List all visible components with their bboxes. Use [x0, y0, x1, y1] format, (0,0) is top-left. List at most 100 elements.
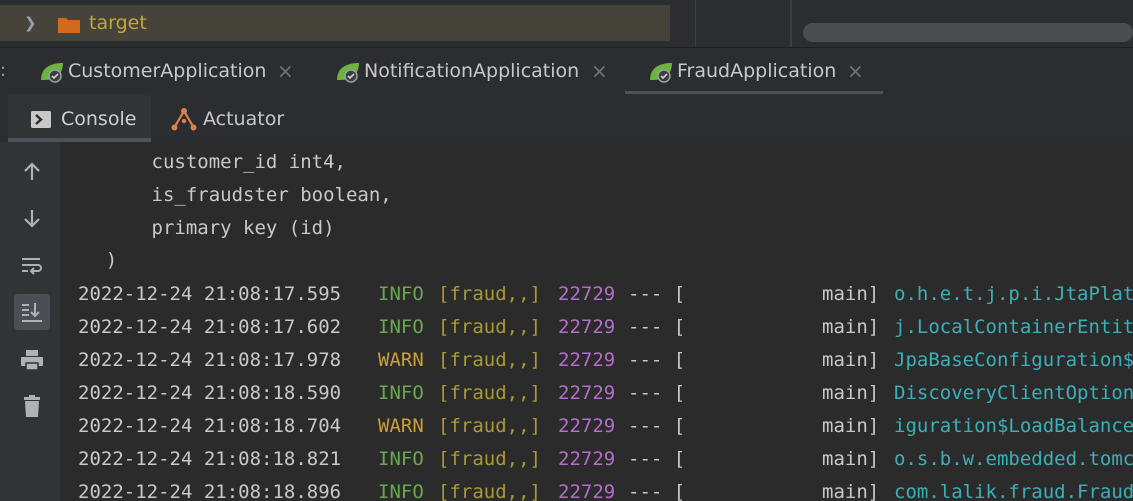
- console-line: ): [60, 249, 118, 271]
- log-pid: 22729: [558, 448, 616, 470]
- log-logger-link[interactable]: o.h.e.t.j.p.i.JtaPlatformInitiator: [894, 279, 1133, 309]
- log-separator: --- [: [628, 448, 686, 470]
- log-thread: main]: [822, 349, 880, 371]
- chevron-right-icon[interactable]: ❯: [24, 14, 42, 32]
- tab-label: CustomerApplication: [68, 60, 267, 82]
- log-line: 2022-12-24 21:08:17.602 INFO [fraud,,] 2…: [60, 312, 1133, 342]
- log-pid: 22729: [558, 481, 616, 501]
- spring-boot-icon: [337, 63, 359, 83]
- tab-label: FraudApplication: [677, 60, 837, 82]
- run-sub-tabs: Console Actuator: [0, 94, 1133, 142]
- log-timestamp: 2022-12-24 21:08:18.590: [78, 382, 342, 404]
- close-icon[interactable]: ×: [277, 59, 294, 83]
- spring-boot-icon: [41, 63, 63, 83]
- log-pid: 22729: [558, 283, 616, 305]
- log-thread: main]: [822, 316, 880, 338]
- log-pid: 22729: [558, 382, 616, 404]
- scroll-up-button[interactable]: [14, 154, 50, 190]
- close-icon[interactable]: ×: [591, 59, 608, 83]
- log-level: INFO: [378, 283, 424, 305]
- log-separator: --- [: [628, 349, 686, 371]
- log-app: [fraud,,]: [438, 382, 541, 404]
- log-line: 2022-12-24 21:08:17.978 WARN [fraud,,] 2…: [60, 345, 1133, 375]
- console-toolbar: [0, 142, 60, 501]
- ide-window: ❯ target : CustomerApplication × Notific…: [0, 0, 1133, 501]
- log-level: WARN: [378, 349, 424, 371]
- tree-row-target[interactable]: ❯ target: [0, 5, 670, 41]
- log-level: WARN: [378, 415, 424, 437]
- print-button[interactable]: [14, 342, 50, 378]
- panel-divider: [695, 0, 696, 47]
- log-timestamp: 2022-12-24 21:08:17.978: [78, 349, 342, 371]
- log-thread: main]: [822, 382, 880, 404]
- log-pid: 22729: [558, 316, 616, 338]
- log-logger-link[interactable]: j.LocalContainerEntityManagerFactoryBean: [894, 312, 1133, 342]
- log-line: 2022-12-24 21:08:18.896 INFO [fraud,,] 2…: [60, 477, 1133, 501]
- log-app: [fraud,,]: [438, 415, 541, 437]
- scroll-to-end-icon: [22, 303, 42, 322]
- log-timestamp: 2022-12-24 21:08:18.896: [78, 481, 342, 501]
- log-timestamp: 2022-12-24 21:08:18.704: [78, 415, 342, 437]
- log-app: [fraud,,]: [438, 283, 541, 305]
- horizontal-scrollbar[interactable]: [803, 23, 1133, 42]
- tab-notification-application[interactable]: NotificationApplication ×: [334, 48, 614, 95]
- log-timestamp: 2022-12-24 21:08:17.595: [78, 283, 342, 305]
- folder-icon: [58, 18, 80, 33]
- log-logger-link[interactable]: DiscoveryClientOptionalArgsConfiguration: [894, 378, 1133, 408]
- console-line: primary key (id): [60, 217, 335, 239]
- soft-wrap-button[interactable]: [14, 248, 50, 284]
- actuator-icon[interactable]: [171, 107, 197, 131]
- console-line: is_fraudster boolean,: [60, 184, 392, 206]
- panel-divider: [790, 0, 792, 47]
- tab-fraud-application[interactable]: FraudApplication ×: [647, 48, 877, 95]
- log-timestamp: 2022-12-24 21:08:17.602: [78, 316, 342, 338]
- log-line: 2022-12-24 21:08:17.595 INFO [fraud,,] 2…: [60, 279, 1133, 309]
- arrow-down-icon: [24, 210, 40, 228]
- log-thread: main]: [822, 283, 880, 305]
- log-separator: --- [: [628, 382, 686, 404]
- log-line: 2022-12-24 21:08:18.704 WARN [fraud,,] 2…: [60, 411, 1133, 441]
- tree-item-label: target: [89, 12, 147, 34]
- log-thread: main]: [822, 448, 880, 470]
- run-tabs-bar: : CustomerApplication × NotificationAppl…: [0, 47, 1133, 95]
- tab-console-label[interactable]: Console: [61, 107, 136, 131]
- log-separator: --- [: [628, 415, 686, 437]
- scroll-down-button[interactable]: [14, 200, 50, 236]
- log-level: INFO: [378, 316, 424, 338]
- print-icon: [21, 350, 43, 371]
- tab-customer-application[interactable]: CustomerApplication ×: [38, 48, 298, 95]
- trash-icon: [24, 395, 40, 417]
- tab-label: NotificationApplication: [364, 60, 580, 82]
- log-thread: main]: [822, 415, 880, 437]
- log-logger-link[interactable]: iguration$LoadBalancerCaffeineWarnLogger: [894, 411, 1133, 441]
- log-app: [fraud,,]: [438, 316, 541, 338]
- log-app: [fraud,,]: [438, 349, 541, 371]
- log-line: 2022-12-24 21:08:18.590 INFO [fraud,,] 2…: [60, 378, 1133, 408]
- log-pid: 22729: [558, 349, 616, 371]
- log-logger-link[interactable]: o.s.b.w.embedded.tomcat.TomcatWebServer: [894, 444, 1133, 474]
- log-line: 2022-12-24 21:08:18.821 INFO [fraud,,] 2…: [60, 444, 1133, 474]
- log-app: [fraud,,]: [438, 448, 541, 470]
- console-output[interactable]: customer_id int4, is_fraudster boolean, …: [60, 142, 1133, 501]
- tab-actuator-label[interactable]: Actuator: [203, 107, 284, 131]
- spring-boot-icon: [650, 63, 672, 83]
- log-separator: --- [: [628, 481, 686, 501]
- log-thread: main]: [822, 481, 880, 501]
- project-tree: ❯ target: [0, 0, 1133, 47]
- log-separator: --- [: [628, 283, 686, 305]
- soft-wrap-icon: [22, 258, 42, 275]
- log-timestamp: 2022-12-24 21:08:18.821: [78, 448, 342, 470]
- clear-all-button[interactable]: [14, 388, 50, 424]
- log-logger-link[interactable]: JpaBaseConfiguration$JpaWebConfiguration: [894, 345, 1133, 375]
- run-tabs-prefix: :: [0, 60, 7, 81]
- console-icon: [31, 111, 51, 128]
- log-pid: 22729: [558, 415, 616, 437]
- scroll-to-end-button[interactable]: [14, 294, 50, 330]
- arrow-up-icon: [24, 162, 40, 180]
- log-level: INFO: [378, 382, 424, 404]
- log-level: INFO: [378, 448, 424, 470]
- close-icon[interactable]: ×: [847, 59, 864, 83]
- log-separator: --- [: [628, 316, 686, 338]
- log-app: [fraud,,]: [438, 481, 541, 501]
- log-logger-link[interactable]: com.lalik.fraud.FraudApplication: [894, 477, 1133, 501]
